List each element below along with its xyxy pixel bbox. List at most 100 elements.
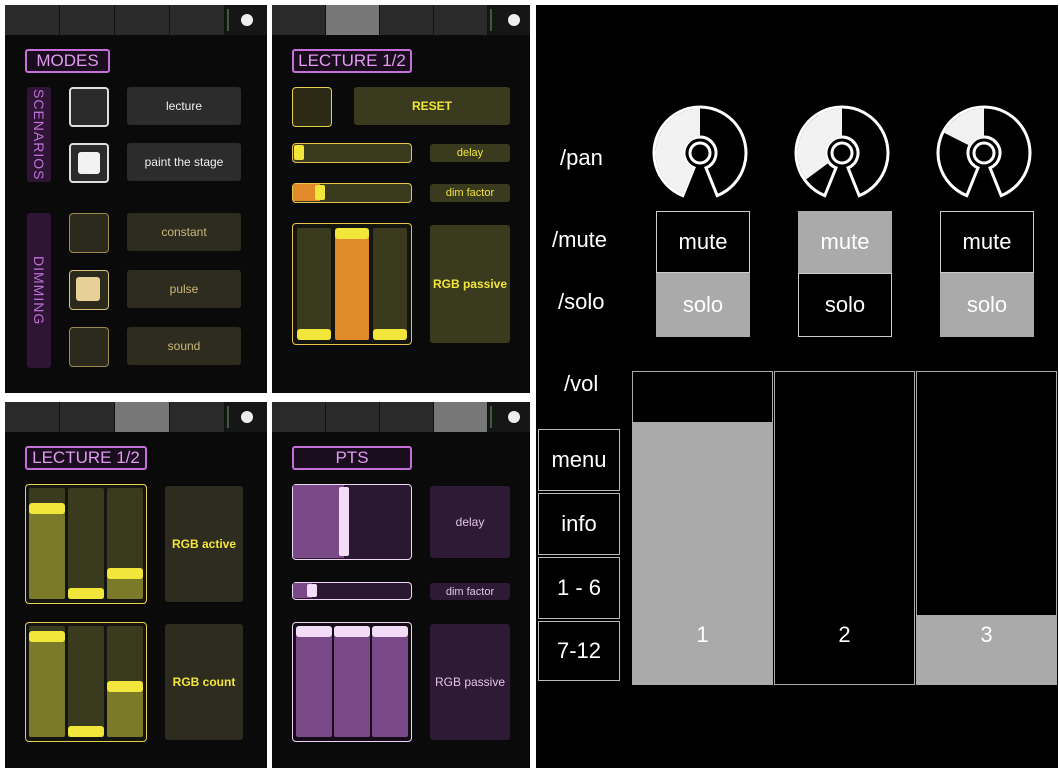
- tab-4[interactable]: [170, 402, 225, 432]
- tab-bar: [272, 5, 530, 35]
- rgb-active-button[interactable]: RGB active: [165, 486, 243, 602]
- tab-4[interactable]: [170, 5, 225, 35]
- page-title: PTS: [292, 446, 412, 470]
- dim-factor-knob[interactable]: [306, 584, 317, 597]
- fader-knob[interactable]: [296, 626, 332, 637]
- tab-4[interactable]: [434, 402, 488, 432]
- blue-fader[interactable]: [372, 626, 408, 737]
- green-fader[interactable]: [68, 488, 104, 599]
- blue-fader[interactable]: [107, 626, 143, 737]
- delay-slider-knob[interactable]: [294, 145, 304, 160]
- fader-knob[interactable]: [335, 228, 369, 239]
- tab-3[interactable]: [115, 402, 170, 432]
- fader-knob[interactable]: [68, 588, 104, 599]
- delay-slider-knob[interactable]: [338, 487, 349, 556]
- pan-knob-3[interactable]: [934, 103, 1034, 209]
- scenario-button-lecture[interactable]: lecture: [127, 87, 241, 125]
- fader-fill: [29, 508, 65, 599]
- tab-3[interactable]: [380, 5, 434, 35]
- status-indicator: [490, 9, 492, 31]
- rgb-passive-button[interactable]: RGB passive: [430, 624, 510, 740]
- tab-1[interactable]: [272, 5, 326, 35]
- solo-button-2[interactable]: solo: [798, 273, 892, 337]
- fader-knob[interactable]: [334, 626, 370, 637]
- page-title: LECTURE 1/2: [25, 446, 147, 470]
- menu-button[interactable]: menu: [538, 429, 620, 491]
- green-fader[interactable]: [68, 626, 104, 737]
- info-button[interactable]: info: [538, 493, 620, 555]
- channels-7-12-button[interactable]: 7-12: [538, 621, 620, 681]
- green-fader[interactable]: [334, 626, 370, 737]
- settings-dot-icon[interactable]: [241, 14, 253, 26]
- fader-knob[interactable]: [68, 726, 104, 737]
- tab-2[interactable]: [60, 402, 115, 432]
- blue-fader[interactable]: [107, 488, 143, 599]
- dim-factor-knob[interactable]: [315, 185, 326, 200]
- volume-fader-2[interactable]: 2: [774, 371, 915, 685]
- settings-dot-icon[interactable]: [241, 411, 253, 423]
- mute-button-2[interactable]: mute: [798, 211, 892, 273]
- dimming-toggle-constant[interactable]: [69, 213, 109, 253]
- fader-knob[interactable]: [373, 329, 407, 340]
- fader-knob[interactable]: [297, 329, 331, 340]
- tab-3[interactable]: [115, 5, 170, 35]
- rgb-count-button[interactable]: RGB count: [165, 624, 243, 740]
- dimming-button-constant[interactable]: constant: [127, 213, 241, 251]
- tab-1[interactable]: [5, 5, 60, 35]
- mute-button-1[interactable]: mute: [656, 211, 750, 273]
- tab-1[interactable]: [5, 402, 60, 432]
- dim-factor-slider[interactable]: [292, 183, 412, 203]
- delay-slider[interactable]: [292, 143, 412, 163]
- red-fader[interactable]: [29, 626, 65, 737]
- dim-factor-slider[interactable]: [292, 582, 412, 600]
- delay-slider[interactable]: [292, 484, 412, 560]
- rgb-passive-button[interactable]: RGB passive: [430, 225, 510, 343]
- scenario-toggle-lecture[interactable]: [69, 87, 109, 127]
- dimming-toggle-pulse[interactable]: [69, 270, 109, 310]
- fader-knob[interactable]: [29, 503, 65, 514]
- solo-button-3[interactable]: solo: [940, 273, 1034, 337]
- channels-1-6-button[interactable]: 1 - 6: [538, 557, 620, 619]
- fader-knob[interactable]: [29, 631, 65, 642]
- red-fader[interactable]: [297, 228, 331, 340]
- rgb-count-fader-group: [25, 622, 147, 742]
- blue-fader[interactable]: [373, 228, 407, 340]
- reset-toggle[interactable]: [292, 87, 332, 127]
- volume-fader-1[interactable]: 1: [632, 371, 773, 685]
- settings-dot-icon[interactable]: [508, 411, 520, 423]
- status-indicator: [227, 9, 229, 31]
- tab-bar: [5, 402, 267, 432]
- pan-knob-2[interactable]: [792, 103, 892, 209]
- delay-button[interactable]: delay: [430, 486, 510, 558]
- page-title: MODES: [25, 49, 110, 73]
- fader-fill: [107, 686, 143, 737]
- tab-4[interactable]: [434, 5, 488, 35]
- channel-number: 3: [980, 622, 993, 647]
- fader-fill: [372, 631, 408, 737]
- volume-fader-3[interactable]: 3: [916, 371, 1057, 685]
- scenario-toggle-paint[interactable]: [69, 143, 109, 183]
- reset-button[interactable]: RESET: [354, 87, 510, 125]
- dimming-button-pulse[interactable]: pulse: [127, 270, 241, 308]
- red-fader[interactable]: [29, 488, 65, 599]
- tab-1[interactable]: [272, 402, 326, 432]
- tab-3[interactable]: [380, 402, 434, 432]
- status-indicator: [490, 406, 492, 428]
- fader-knob[interactable]: [372, 626, 408, 637]
- solo-button-1[interactable]: solo: [656, 273, 750, 337]
- tab-2[interactable]: [60, 5, 115, 35]
- tab-2[interactable]: [326, 402, 380, 432]
- red-fader[interactable]: [296, 626, 332, 737]
- tab-2[interactable]: [326, 5, 380, 35]
- fader-knob[interactable]: [107, 681, 143, 692]
- scenario-button-paint-the-stage[interactable]: paint the stage: [127, 143, 241, 181]
- pan-knob-1[interactable]: [650, 103, 750, 209]
- dimming-toggle-sound[interactable]: [69, 327, 109, 367]
- dimming-button-sound[interactable]: sound: [127, 327, 241, 365]
- green-fader[interactable]: [335, 228, 369, 340]
- mute-button-3[interactable]: mute: [940, 211, 1034, 273]
- page-title: LECTURE 1/2: [292, 49, 412, 73]
- channel-number: 2: [838, 622, 851, 647]
- fader-knob[interactable]: [107, 568, 143, 579]
- settings-dot-icon[interactable]: [508, 14, 520, 26]
